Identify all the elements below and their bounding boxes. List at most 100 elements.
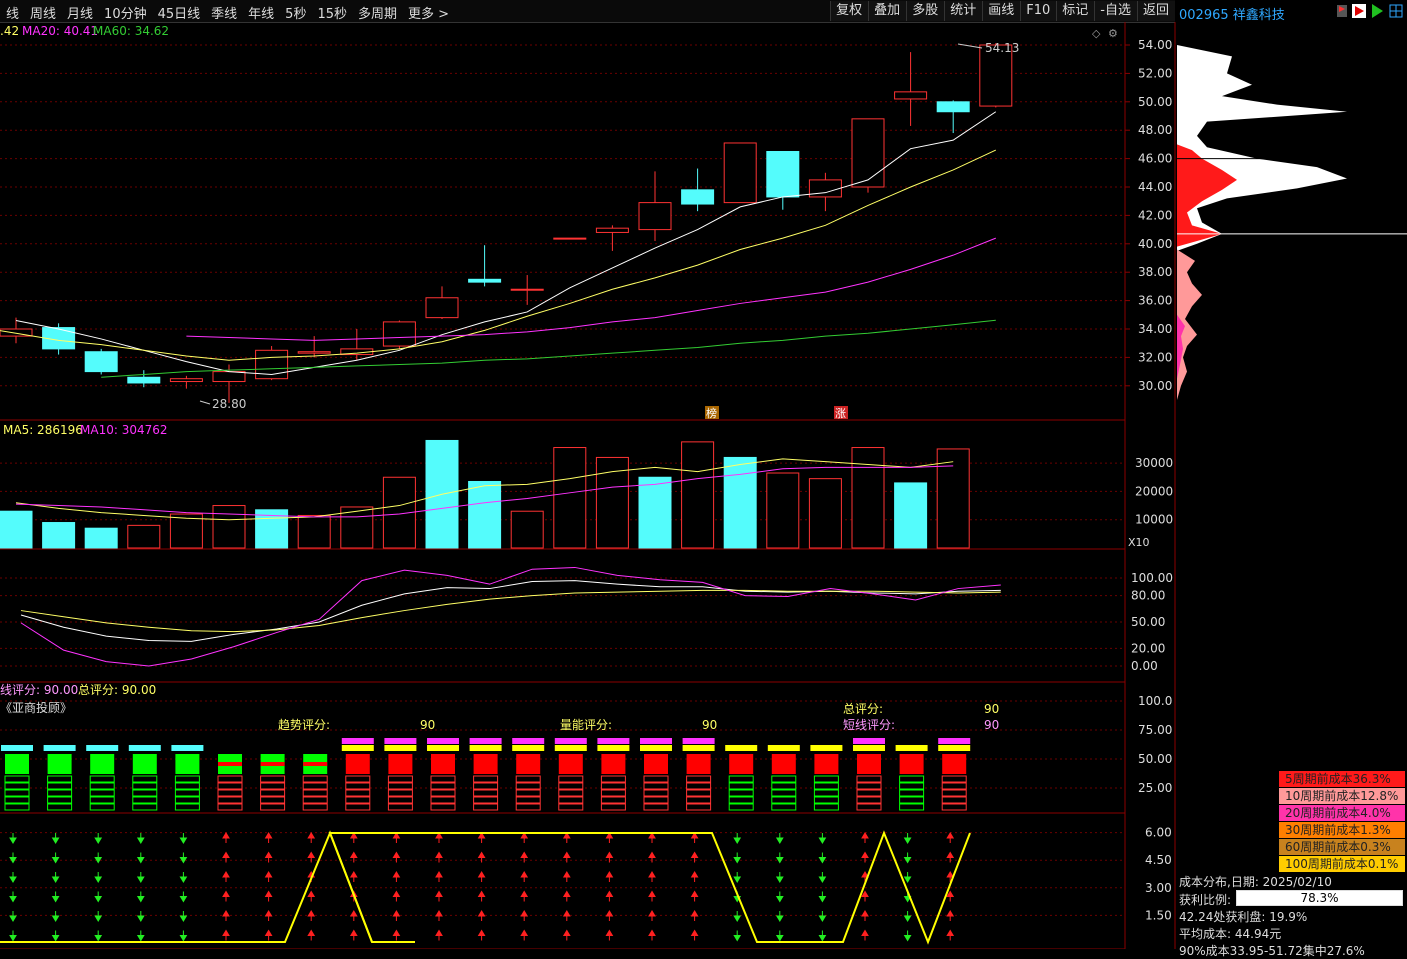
up-arrow: [690, 890, 699, 902]
diamond-icon[interactable]: ◇: [1092, 27, 1101, 40]
signal-line: [0, 830, 415, 943]
grid-icon[interactable]: [1389, 4, 1403, 18]
score-cell: [813, 803, 839, 811]
candle: [84, 351, 118, 373]
score-cell: [600, 789, 626, 797]
down-arrow: [775, 930, 784, 942]
score-cell: [217, 789, 243, 797]
score-cap: [469, 738, 502, 744]
score-cell: [558, 789, 584, 797]
down-arrow: [94, 852, 103, 864]
score-cell: [558, 775, 584, 783]
vol-tick-label: 20000: [1135, 484, 1173, 498]
down-arrow: [136, 930, 145, 942]
down-arrow: [179, 872, 188, 883]
score-cell: [260, 782, 286, 790]
osc-tick-label: 100.00: [1131, 571, 1173, 585]
score-cap: [597, 738, 630, 744]
down-arrow: [775, 833, 784, 844]
score-cell: [771, 803, 797, 811]
score-cap: [938, 738, 971, 744]
score-cell: [643, 789, 669, 797]
settings-icon[interactable]: ⚙: [1108, 27, 1118, 40]
score-cell: [47, 803, 73, 811]
candle: [595, 227, 629, 233]
up-arrow: [349, 832, 358, 843]
score-block: [5, 754, 29, 774]
candle: [297, 351, 331, 354]
up-arrow: [648, 929, 656, 941]
score-block: [388, 754, 413, 774]
score-cell: [771, 775, 797, 783]
up-arrow: [392, 832, 401, 843]
score-cell: [558, 803, 584, 811]
play-green-icon[interactable]: [1372, 4, 1383, 18]
down-arrow: [775, 852, 784, 864]
volume-bar: [936, 448, 970, 549]
score-cell: [473, 775, 499, 783]
score-cell: [260, 789, 286, 797]
score-cell: [345, 782, 371, 790]
up-arrow: [307, 890, 316, 902]
down-arrow: [94, 833, 103, 844]
score-cell: [174, 782, 200, 790]
kline-chart[interactable]: 54.00 52.00 50.00 48.00 46.00 44.00 42.00 40.00…: [0, 0, 1177, 949]
score-cell: [47, 782, 73, 790]
up-arrow: [435, 832, 443, 843]
down-arrow: [903, 911, 912, 922]
flag-icon[interactable]: [1337, 5, 1347, 17]
score-cell: [345, 796, 371, 804]
score-cell: [345, 789, 371, 797]
score-block: [516, 754, 541, 774]
score-cap: [171, 745, 204, 751]
score-cell: [600, 782, 626, 790]
down-arrow: [818, 872, 827, 883]
candle: [638, 202, 672, 231]
score-cap: [554, 738, 587, 744]
score-cell: [899, 782, 925, 790]
score-cap: [469, 745, 502, 751]
up-arrow: [648, 871, 656, 882]
score-cell: [941, 789, 967, 797]
down-arrow: [775, 891, 784, 903]
candle: [681, 189, 715, 205]
profit-bar: 78.3%: [1236, 890, 1403, 906]
volume-bar: [894, 482, 928, 549]
score-cap: [512, 738, 545, 744]
down-arrow: [818, 891, 827, 903]
score-cell: [217, 775, 243, 783]
score-cell: [643, 782, 669, 790]
score-cell: [771, 789, 797, 797]
score-cell: [217, 782, 243, 790]
candle: [766, 151, 800, 198]
score-cell: [600, 775, 626, 783]
up-arrow: [392, 851, 401, 863]
down-arrow: [903, 833, 912, 844]
up-arrow: [520, 890, 529, 902]
up-arrow: [520, 871, 529, 882]
score-cell: [941, 803, 967, 811]
score-cell: [899, 796, 925, 804]
score-cell: [473, 796, 499, 804]
up-arrow: [477, 871, 486, 882]
down-arrow: [733, 833, 742, 844]
down-arrow: [51, 891, 60, 903]
play-red-icon[interactable]: [1352, 4, 1366, 18]
candle: [169, 378, 203, 383]
score-cap: [43, 745, 76, 751]
score-cell: [941, 775, 967, 783]
score-cell: [132, 796, 158, 804]
osc-tick-label: 80.00: [1131, 589, 1165, 603]
up-arrow: [392, 871, 401, 882]
down-arrow: [94, 872, 103, 883]
score-cap: [597, 745, 630, 751]
score-cell: [771, 782, 797, 790]
price-tick-label: 50.00: [1138, 95, 1172, 109]
up-arrow: [861, 910, 869, 921]
score-cell: [132, 782, 158, 790]
down-arrow: [136, 833, 145, 844]
price-tick-label: 32.00: [1138, 350, 1172, 364]
score-cap: [682, 738, 715, 744]
score-cell: [515, 782, 541, 790]
price-tick-label: 48.00: [1138, 123, 1172, 137]
